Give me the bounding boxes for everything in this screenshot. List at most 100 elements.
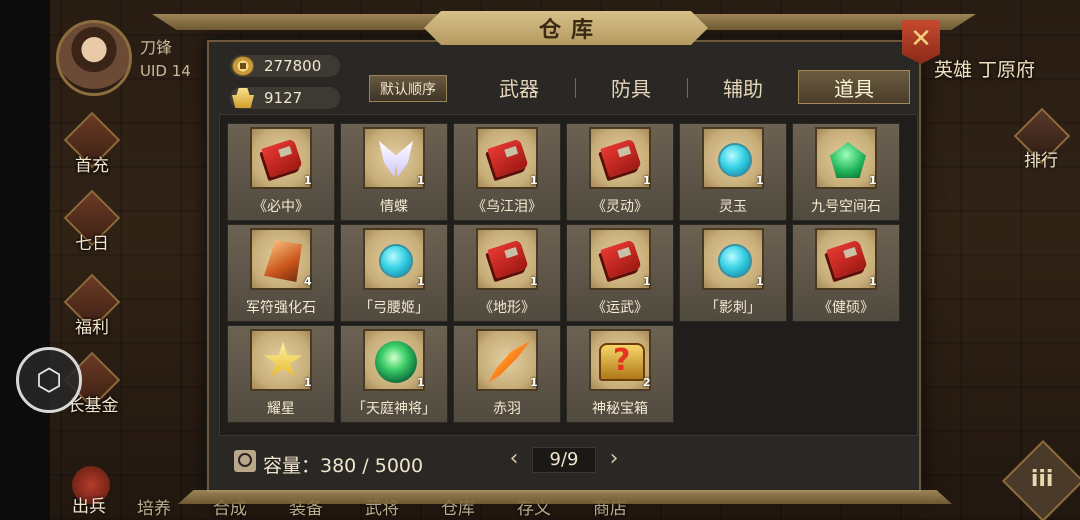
player-avatar[interactable] — [56, 20, 132, 96]
inventory-slot[interactable]: 1 赤羽 — [453, 325, 561, 423]
inventory-slot[interactable]: 1 《乌江泪》 — [453, 123, 561, 221]
inventory-slot[interactable]: 1 《灵动》 — [566, 123, 674, 221]
scene-title: 英雄 丁原府 — [934, 59, 1036, 81]
item-count: 1 — [417, 376, 425, 389]
item-count: 1 — [756, 174, 764, 187]
item-name: 灵玉 — [719, 199, 747, 215]
inventory-slot[interactable]: 1 「天庭神将」 — [340, 325, 448, 423]
item-frame — [363, 228, 425, 290]
item-frame — [250, 329, 312, 391]
book-icon — [487, 138, 529, 178]
player-uid: UID 14 — [140, 62, 191, 80]
item-frame — [363, 329, 425, 391]
page-prev-button[interactable]: ‹ — [504, 446, 524, 471]
inventory-slot[interactable]: 1 耀星 — [227, 325, 335, 423]
item-count: 1 — [643, 174, 651, 187]
item-name: 赤羽 — [493, 401, 521, 417]
item-frame — [702, 127, 764, 189]
item-count: 1 — [304, 376, 312, 389]
close-icon: ✕ — [910, 24, 932, 54]
item-name: 耀星 — [267, 401, 295, 417]
item-frame — [702, 228, 764, 290]
page-next-button[interactable]: › — [604, 446, 624, 471]
tab-items[interactable]: 道具 — [798, 70, 910, 104]
item-name: 「影刺」 — [705, 300, 761, 316]
cube-menu-button[interactable]: ⬡ — [16, 347, 82, 413]
book-icon — [600, 138, 642, 178]
cube-icon: ⬡ — [35, 362, 63, 398]
dialog-title-plate: 仓库 — [424, 11, 708, 45]
item-count: 4 — [304, 275, 312, 288]
rank-button[interactable]: 排行 — [1012, 107, 1072, 171]
side-button-welfare[interactable]: 福利 — [63, 273, 121, 338]
side-button-first-recharge[interactable]: 首充 — [63, 111, 121, 176]
inventory-slot[interactable]: 1 《运武》 — [566, 224, 674, 322]
inventory-slot[interactable]: 1 灵玉 — [679, 123, 787, 221]
gem-cyan-icon — [718, 244, 752, 278]
butterfly-icon — [379, 141, 413, 177]
item-count: 2 — [643, 376, 651, 389]
player-name: 刀锋 — [140, 38, 173, 57]
star-icon — [263, 342, 303, 377]
side-button-label: 七日 — [75, 234, 109, 254]
item-frame — [476, 329, 538, 391]
tab-accessory[interactable]: 辅助 — [687, 70, 799, 104]
ingot-icon — [232, 88, 254, 108]
bottom-nav-item[interactable]: 培养 — [116, 494, 192, 520]
inventory-slot[interactable]: 1 「影刺」 — [679, 224, 787, 322]
left-edge-bar — [0, 0, 50, 520]
sort-order-button[interactable]: 默认顺序 — [369, 75, 447, 102]
item-count: 1 — [530, 275, 538, 288]
item-frame — [815, 127, 877, 189]
book-icon — [487, 239, 529, 279]
item-name: 《灵动》 — [592, 199, 648, 215]
item-name: 《必中》 — [253, 199, 309, 215]
menu-bars-icon: iii — [1030, 466, 1054, 492]
amber-icon — [264, 240, 302, 282]
item-name: 军符强化石 — [246, 300, 316, 316]
inventory-slot[interactable]: 1 《地形》 — [453, 224, 561, 322]
side-button-seven-days[interactable]: 七日 — [63, 189, 121, 254]
side-button-label: 首充 — [75, 156, 109, 176]
item-name: 神秘宝箱 — [592, 401, 648, 417]
side-button-label: 福利 — [75, 318, 109, 338]
item-frame — [363, 127, 425, 189]
item-name: 「天庭神将」 — [352, 401, 436, 417]
ingot-balance: 9127 — [230, 87, 340, 109]
magnifier-icon — [234, 450, 256, 472]
tab-armor[interactable]: 防具 — [575, 70, 687, 104]
item-name: 九号空间石 — [811, 199, 881, 215]
page-indicator: 9/9 — [532, 447, 596, 473]
item-frame — [589, 329, 651, 391]
item-name: 《运武》 — [592, 300, 648, 316]
item-frame — [815, 228, 877, 290]
item-count: 1 — [869, 275, 877, 288]
orb-green-icon — [375, 341, 417, 383]
rank-label: 排行 — [1024, 151, 1058, 171]
capacity-label: 容量：380 / 5000 — [263, 455, 424, 477]
inventory-slot[interactable]: 1 「弓腰姬」 — [340, 224, 448, 322]
inventory-slot[interactable]: 2 神秘宝箱 — [566, 325, 674, 423]
inventory-slot[interactable]: 1 九号空间石 — [792, 123, 900, 221]
gem-cyan-icon — [718, 143, 752, 177]
inventory-slot[interactable]: 4 军符强化石 — [227, 224, 335, 322]
tab-weapons[interactable]: 武器 — [463, 70, 575, 104]
item-frame — [589, 228, 651, 290]
item-count: 1 — [530, 174, 538, 187]
dispatch-button[interactable]: 出兵 — [66, 462, 116, 517]
coin-balance: 277800 — [230, 55, 340, 77]
item-count: 1 — [417, 174, 425, 187]
item-frame — [476, 228, 538, 290]
bottom-rail — [178, 490, 952, 504]
dialog-title: 仓库 — [538, 18, 603, 43]
coin-icon — [232, 56, 254, 76]
item-count: 1 — [643, 275, 651, 288]
inventory-slot[interactable]: 1 《健硕》 — [792, 224, 900, 322]
book-icon — [600, 239, 642, 279]
chest-icon — [599, 343, 645, 381]
inventory-slot[interactable]: 1 情蝶 — [340, 123, 448, 221]
ingot-value: 9127 — [264, 89, 303, 107]
item-count: 1 — [869, 174, 877, 187]
inventory-slot[interactable]: 1 《必中》 — [227, 123, 335, 221]
item-frame — [476, 127, 538, 189]
